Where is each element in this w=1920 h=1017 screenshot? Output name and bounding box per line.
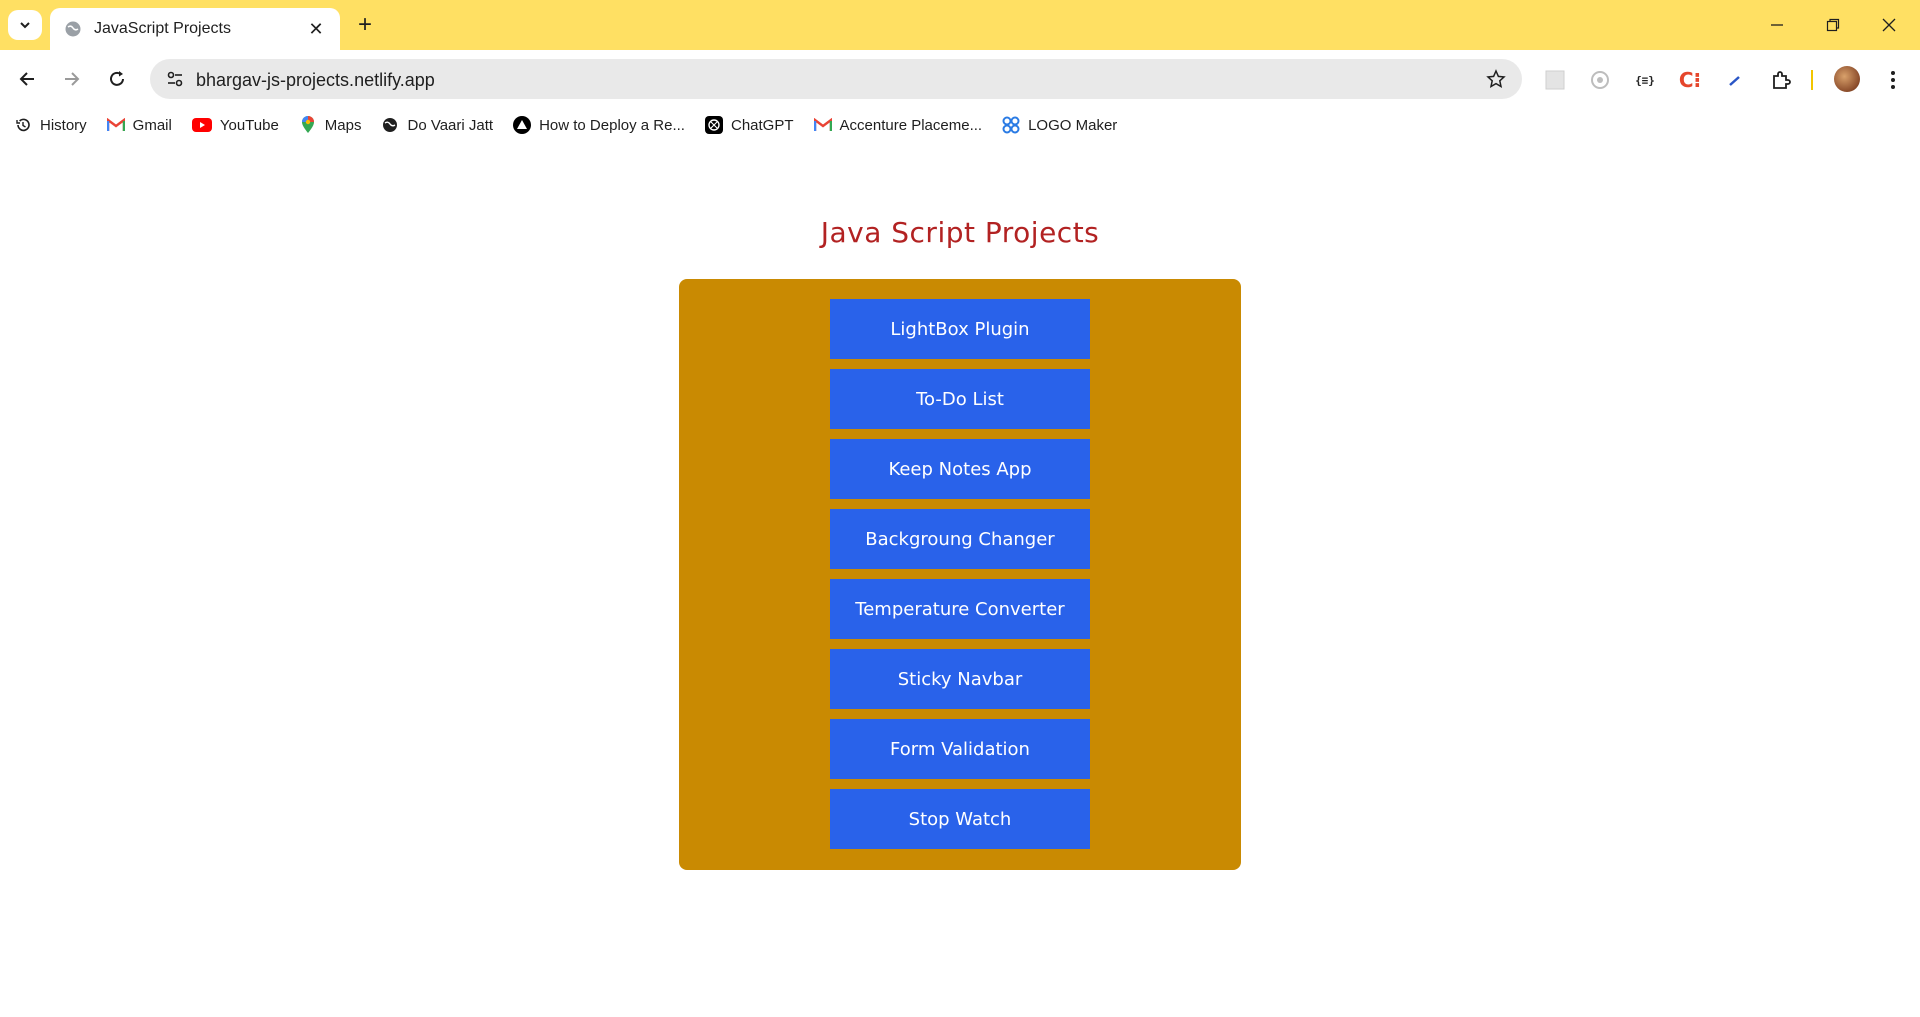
arrow-left-icon [19, 72, 34, 86]
close-tab-icon[interactable]: ✕ [306, 19, 326, 39]
globe-icon [381, 116, 399, 134]
youtube-icon [191, 116, 212, 134]
projects-panel: LightBox Plugin To-Do List Keep Notes Ap… [679, 279, 1241, 870]
extension-button-3[interactable]: {≡} [1632, 67, 1658, 93]
bookmark-label: How to Deploy a Re... [539, 116, 685, 134]
bookmark-label: LOGO Maker [1028, 116, 1118, 134]
active-tab[interactable]: JavaScript Projects ✕ [50, 8, 340, 50]
pen-icon [1729, 76, 1740, 86]
reload-icon [110, 71, 124, 86]
gmail-icon [106, 116, 125, 134]
url-text: bhargav-js-projects.netlify.app [196, 70, 435, 90]
star-icon [1486, 69, 1506, 88]
reload-button[interactable] [102, 64, 132, 94]
extension-button-2[interactable] [1587, 67, 1613, 93]
history-icon [14, 116, 32, 134]
address-bar[interactable]: bhargav-js-projects.netlify.app [150, 59, 1522, 99]
project-button-to-do-list[interactable]: To-Do List [830, 369, 1090, 429]
toolbar-divider [1811, 70, 1813, 90]
browser-menu-button[interactable] [1880, 67, 1906, 93]
close-window-button[interactable] [1874, 12, 1904, 38]
minimize-icon [1771, 24, 1783, 26]
bookmarks-bar: History Gmail YouTube Maps Do Vaari Jatt… [0, 108, 1920, 142]
project-button-background-changer[interactable]: Backgroung Changer [830, 509, 1090, 569]
page-title: Java Script Projects [820, 216, 1100, 249]
extension-button-4[interactable]: C⁝ [1677, 67, 1703, 93]
bookmark-youtube[interactable]: YouTube [191, 116, 279, 134]
project-button-sticky-navbar[interactable]: Sticky Navbar [830, 649, 1090, 709]
close-icon [1882, 18, 1896, 32]
bookmark-maps[interactable]: Maps [299, 116, 362, 134]
tab-title: JavaScript Projects [94, 20, 231, 37]
project-button-stop-watch[interactable]: Stop Watch [830, 789, 1090, 849]
bookmark-label: Do Vaari Jatt [407, 116, 494, 134]
web-page: Java Script Projects LightBox Plugin To-… [0, 142, 1920, 1017]
project-button-lightbox-plugin[interactable]: LightBox Plugin [830, 299, 1090, 359]
tune-icon [167, 71, 183, 87]
extension-grid-icon [1545, 70, 1565, 90]
extension-circle-icon [1591, 71, 1609, 89]
gmail-icon [813, 116, 832, 134]
arrow-right-icon [65, 72, 80, 86]
c-extension-icon: C⁝ [1678, 68, 1702, 92]
extension-button-5[interactable] [1722, 67, 1748, 93]
logo-maker-icon [1002, 116, 1020, 134]
tab-strip: JavaScript Projects ✕ + [0, 0, 1920, 50]
profile-avatar[interactable] [1834, 66, 1860, 92]
extension-button-1[interactable] [1542, 67, 1568, 93]
bookmark-label: Maps [324, 116, 362, 134]
json-icon: {≡} [1635, 73, 1655, 87]
project-button-temperature-converter[interactable]: Temperature Converter [830, 579, 1090, 639]
chevron-down-icon [20, 22, 30, 29]
new-tab-button[interactable]: + [352, 11, 378, 38]
restore-button[interactable] [1818, 12, 1848, 38]
bookmark-history[interactable]: History [14, 116, 87, 134]
chatgpt-icon [704, 116, 723, 134]
bookmark-how-to-deploy[interactable]: How to Deploy a Re... [513, 116, 685, 134]
bookmark-gmail[interactable]: Gmail [106, 116, 172, 134]
bookmark-label: YouTube [219, 116, 279, 134]
bookmark-label: Accenture Placeme... [839, 116, 983, 134]
bookmark-chatgpt[interactable]: ChatGPT [704, 116, 794, 134]
vercel-icon [513, 116, 532, 134]
bookmark-logo-maker[interactable]: LOGO Maker [1002, 116, 1117, 134]
minimize-button[interactable] [1762, 12, 1792, 38]
bookmark-star-button[interactable] [1484, 67, 1508, 91]
forward-button[interactable] [57, 64, 87, 94]
bookmark-label: ChatGPT [730, 116, 794, 134]
tab-search-button[interactable] [8, 10, 42, 40]
bookmark-label: Gmail [132, 116, 172, 134]
maps-icon [299, 116, 317, 134]
restore-icon [1826, 18, 1840, 32]
more-vert-icon [1891, 71, 1895, 89]
extensions-menu-button[interactable] [1768, 67, 1794, 93]
back-button[interactable] [12, 64, 42, 94]
bookmark-label: History [40, 116, 87, 134]
bookmark-do-vaari-jatt[interactable]: Do Vaari Jatt [381, 116, 493, 134]
site-info-button[interactable] [162, 66, 188, 92]
project-button-form-validation[interactable]: Form Validation [830, 719, 1090, 779]
browser-toolbar: bhargav-js-projects.netlify.app {≡} C⁝ [0, 50, 1920, 108]
project-button-keep-notes-app[interactable]: Keep Notes App [830, 439, 1090, 499]
globe-icon [65, 21, 81, 37]
bookmark-accenture[interactable]: Accenture Placeme... [813, 116, 983, 134]
puzzle-icon [1773, 71, 1791, 89]
